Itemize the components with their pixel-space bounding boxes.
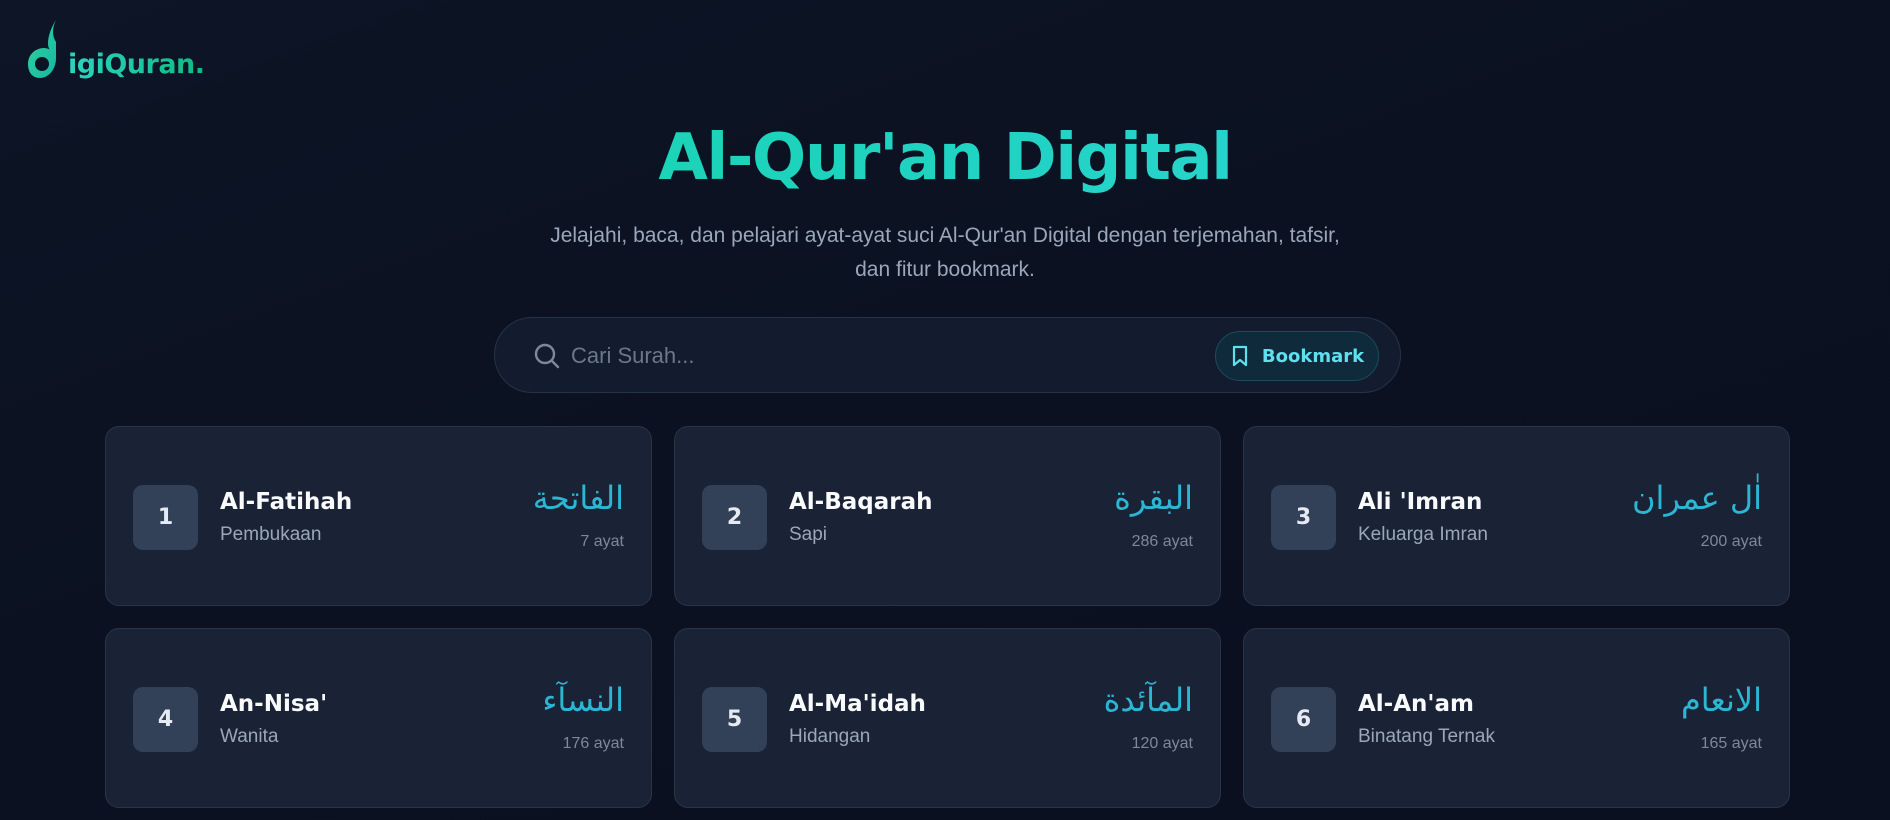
surah-name: Ali 'Imran <box>1358 489 1483 515</box>
surah-number-badge: 2 <box>702 485 767 550</box>
surah-arabic-name: البقرة <box>1114 479 1193 517</box>
surah-meaning: Keluarga Imran <box>1358 524 1488 545</box>
surah-meaning: Wanita <box>220 726 279 747</box>
surah-arabic-name: اٰل عمران <box>1632 479 1762 517</box>
surah-card[interactable]: 6 Al-An'am Binatang Ternak الانعام 165 a… <box>1243 628 1790 808</box>
logo-mark-icon <box>28 20 56 78</box>
surah-number-badge: 4 <box>133 687 198 752</box>
bookmark-button-label: Bookmark <box>1261 345 1365 367</box>
surah-name: Al-An'am <box>1358 691 1474 717</box>
surah-ayat-count: 120 ayat <box>1131 735 1193 752</box>
surah-name: Al-Fatihah <box>220 489 353 515</box>
surah-card[interactable]: 3 Ali 'Imran Keluarga Imran اٰل عمران 20… <box>1243 426 1790 606</box>
logo-text: igiQuran. <box>68 49 205 80</box>
surah-ayat-count: 200 ayat <box>1700 533 1762 550</box>
surah-number-badge: 1 <box>133 485 198 550</box>
search-input[interactable] <box>571 336 1191 376</box>
surah-meaning: Binatang Ternak <box>1358 726 1495 747</box>
surah-card[interactable]: 2 Al-Baqarah Sapi البقرة 286 ayat <box>674 426 1221 606</box>
surah-name: Al-Ma'idah <box>789 691 926 717</box>
surah-name: Al-Baqarah <box>789 489 933 515</box>
search-icon <box>534 343 560 369</box>
search-bar: Bookmark <box>494 317 1401 393</box>
surah-number-badge: 3 <box>1271 485 1336 550</box>
brand-logo[interactable]: igiQuran. <box>26 18 205 82</box>
surah-meaning: Hidangan <box>789 726 871 747</box>
surah-ayat-count: 176 ayat <box>562 735 624 752</box>
surah-grid: 1 Al-Fatihah Pembukaan الفاتحة 7 ayat 2 … <box>105 426 1790 808</box>
surah-arabic-name: الانعام <box>1680 681 1762 719</box>
surah-arabic-name: المآئدة <box>1103 681 1193 719</box>
bookmark-button[interactable]: Bookmark <box>1215 331 1379 381</box>
surah-name: An-Nisa' <box>220 691 328 717</box>
surah-arabic-name: الفاتحة <box>532 479 624 517</box>
page-subtitle: Jelajahi, baca, dan pelajari ayat-ayat s… <box>550 224 1340 281</box>
surah-card[interactable]: 1 Al-Fatihah Pembukaan الفاتحة 7 ayat <box>105 426 652 606</box>
surah-meaning: Pembukaan <box>220 524 322 545</box>
bookmark-icon <box>1232 345 1248 367</box>
surah-number-badge: 5 <box>702 687 767 752</box>
surah-ayat-count: 165 ayat <box>1700 735 1762 752</box>
surah-number-badge: 6 <box>1271 687 1336 752</box>
surah-ayat-count: 286 ayat <box>1131 533 1193 550</box>
surah-arabic-name: النسآء <box>542 681 624 719</box>
surah-card[interactable]: 5 Al-Ma'idah Hidangan المآئدة 120 ayat <box>674 628 1221 808</box>
surah-card[interactable]: 4 An-Nisa' Wanita النسآء 176 ayat <box>105 628 652 808</box>
surah-ayat-count: 7 ayat <box>580 533 624 550</box>
surah-meaning: Sapi <box>789 524 828 545</box>
page-title: Al-Qur'an Digital <box>0 118 1890 198</box>
